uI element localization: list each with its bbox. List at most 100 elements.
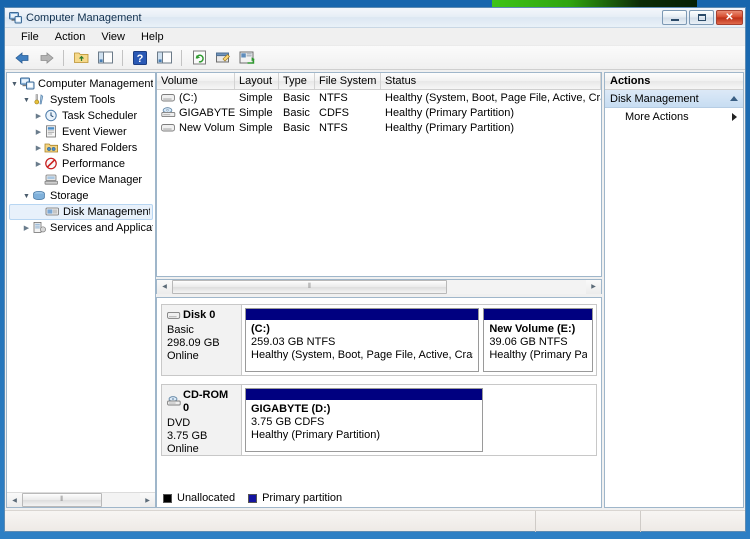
close-button[interactable]: ✕ [716, 10, 743, 25]
disk-row-cdrom0[interactable]: CD-ROM 0 DVD 3.75 GB Online GIGABYTE (D:… [161, 384, 597, 456]
cell-volume-label: GIGABYTE (D:) [179, 106, 235, 119]
partition-text: (C:) 259.03 GB NTFS Healthy (System, Boo… [246, 320, 478, 365]
column-header-type[interactable]: Type [279, 73, 315, 89]
expander-closed-icon[interactable]: ▶ [21, 223, 32, 234]
performance-icon [44, 157, 59, 171]
scroll-left-arrow[interactable]: ◀ [157, 279, 172, 294]
tree-node-computer-management[interactable]: ▼ Computer Management (Local [9, 76, 155, 92]
up-folder-icon[interactable] [70, 48, 92, 68]
tree-node-shared-folders[interactable]: ▶ Shared Folders [9, 140, 155, 156]
scroll-track[interactable]: ⦀ [22, 493, 140, 507]
expander-closed-icon[interactable]: ▶ [33, 127, 44, 138]
tree-node-performance[interactable]: ▶ Performance [9, 156, 155, 172]
scroll-right-arrow[interactable]: ▶ [586, 279, 601, 294]
table-row[interactable]: GIGABYTE (D:) Simple Basic CDFS Healthy … [157, 105, 601, 120]
expander-closed-icon[interactable]: ▶ [33, 159, 44, 170]
partition-name: (C:) [251, 323, 270, 335]
partition-cap [484, 309, 592, 320]
status-bar [5, 510, 745, 532]
partition-status: Healthy (System, Boot, Page File, Active… [251, 349, 474, 361]
disk-info-panel: CD-ROM 0 DVD 3.75 GB Online [162, 385, 242, 455]
refresh-icon[interactable] [188, 48, 210, 68]
column-header-file-system[interactable]: File System [315, 73, 381, 89]
table-row[interactable]: (C:) Simple Basic NTFS Healthy (System, … [157, 90, 601, 105]
scroll-right-arrow[interactable]: ▶ [140, 493, 155, 507]
properties-pane-icon[interactable] [153, 48, 175, 68]
tree-node-event-viewer[interactable]: ▶ Event Viewer [9, 124, 155, 140]
tree-node-label: Disk Management [63, 206, 150, 218]
cell-type: Basic [283, 106, 310, 119]
cell-file-system: NTFS [319, 91, 348, 104]
legend: Unallocated Primary partition [161, 491, 597, 507]
export-list-icon[interactable] [236, 48, 258, 68]
partition-size: 259.03 GB NTFS [251, 336, 336, 348]
scroll-thumb[interactable]: ⦀ [22, 493, 102, 507]
help-icon[interactable]: ? [129, 48, 151, 68]
table-row[interactable]: New Volume... Simple Basic NTFS Healthy … [157, 120, 601, 135]
tree-node-services-and-applications[interactable]: ▶ Services and Applications [9, 220, 155, 236]
maximize-button[interactable] [689, 10, 714, 25]
partition-size: 3.75 GB CDFS [251, 416, 325, 428]
minimize-button[interactable] [662, 10, 687, 25]
expander-open-icon[interactable]: ▼ [21, 95, 32, 106]
chevron-right-icon [732, 113, 737, 121]
tree-node-disk-management[interactable]: Disk Management [9, 204, 153, 220]
column-header-status[interactable]: Status [381, 73, 601, 89]
forward-icon[interactable] [35, 48, 57, 68]
partition-name: GIGABYTE (D:) [251, 403, 331, 415]
cell-layout: Simple [239, 91, 273, 104]
column-header-volume[interactable]: Volume [157, 73, 235, 89]
action-more-actions[interactable]: More Actions [605, 108, 743, 126]
tree-node-device-manager[interactable]: Device Manager [9, 172, 155, 188]
expander-open-icon[interactable]: ▼ [21, 191, 32, 202]
back-icon[interactable] [11, 48, 33, 68]
disk-title: Disk 0 [167, 309, 236, 322]
tree-node-label: Performance [62, 158, 125, 170]
disk-title: CD-ROM 0 [167, 389, 236, 415]
volume-list-horizontal-scrollbar[interactable]: ◀ ⦀ ▶ [156, 279, 602, 294]
services-icon [32, 221, 47, 235]
disk-capacity: 3.75 GB [167, 430, 208, 442]
tree-node-storage[interactable]: ▼ Storage [9, 188, 155, 204]
title-bar: Computer Management ✕ [5, 8, 745, 28]
show-hide-console-tree-icon[interactable] [94, 48, 116, 68]
action-label: More Actions [625, 111, 689, 123]
scroll-thumb[interactable]: ⦀ [172, 279, 447, 294]
tree-node-system-tools[interactable]: ▼ System Tools [9, 92, 155, 108]
tree-node-label: Services and Applications [50, 222, 153, 234]
cell-volume-label: (C:) [179, 91, 198, 104]
disk-name: Disk 0 [183, 309, 216, 321]
tree-node-label: Task Scheduler [62, 110, 138, 122]
partition-status: Healthy (Primary Partition) [251, 429, 380, 441]
properties-icon[interactable] [212, 48, 234, 68]
menu-action[interactable]: Action [47, 30, 94, 44]
toolbar: ? [5, 46, 745, 70]
chevron-up-icon[interactable] [730, 96, 738, 101]
partition-d[interactable]: GIGABYTE (D:) 3.75 GB CDFS Healthy (Prim… [245, 388, 483, 452]
tree-horizontal-scrollbar[interactable]: ◀ ⦀ ▶ [7, 492, 155, 507]
cell-type: Basic [283, 121, 310, 134]
cell-file-system: CDFS [319, 106, 349, 119]
disk-row-disk0[interactable]: Disk 0 Basic 298.09 GB Online (C:) 259.0… [161, 304, 597, 376]
expander-open-icon[interactable]: ▼ [9, 79, 20, 90]
menu-help[interactable]: Help [133, 30, 172, 44]
expander-closed-icon[interactable]: ▶ [33, 111, 44, 122]
partition-e[interactable]: New Volume (E:) 39.06 GB NTFS Healthy (P… [483, 308, 593, 372]
scroll-track[interactable]: ⦀ [172, 279, 586, 294]
tree-node-task-scheduler[interactable]: ▶ Task Scheduler [9, 108, 155, 124]
disk-partitions: (C:) 259.03 GB NTFS Healthy (System, Boo… [242, 305, 596, 375]
legend-label-unallocated: Unallocated [177, 492, 236, 504]
actions-group-disk-management[interactable]: Disk Management [605, 90, 743, 108]
cell-file-system: NTFS [319, 121, 348, 134]
toolbar-separator [122, 49, 123, 66]
menu-file[interactable]: File [13, 30, 47, 44]
expander-closed-icon[interactable]: ▶ [33, 143, 44, 154]
device-manager-icon [44, 173, 59, 187]
cell-status: Healthy (Primary Partition) [385, 121, 514, 134]
scroll-left-arrow[interactable]: ◀ [7, 493, 22, 507]
disk-info-panel: Disk 0 Basic 298.09 GB Online [162, 305, 242, 375]
column-header-layout[interactable]: Layout [235, 73, 279, 89]
menu-view[interactable]: View [93, 30, 133, 44]
partition-c[interactable]: (C:) 259.03 GB NTFS Healthy (System, Boo… [245, 308, 480, 372]
storage-icon [32, 189, 47, 203]
